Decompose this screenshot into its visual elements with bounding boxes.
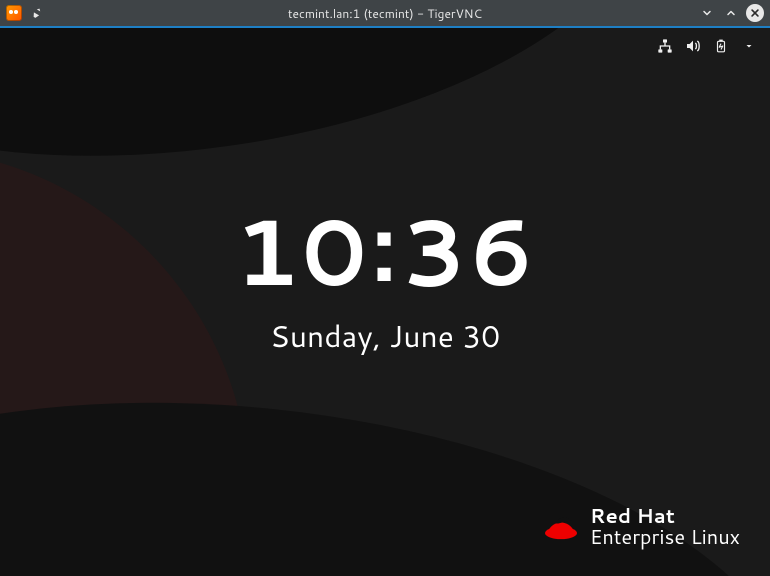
battery-charging-icon[interactable] [712,37,730,55]
close-button[interactable] [746,4,764,22]
vnc-window: tecmint.lan:1 (tecmint) - TigerVNC [0,0,770,576]
brand-line-2: Enterprise Linux [590,527,740,548]
titlebar-left [0,4,46,22]
pin-icon[interactable] [28,4,46,22]
branding: Red Hat Enterprise Linux [542,506,740,548]
minimize-button[interactable] [698,4,716,22]
window-title: tecmint.lan:1 (tecmint) - TigerVNC [0,5,770,22]
window-titlebar[interactable]: tecmint.lan:1 (tecmint) - TigerVNC [0,0,770,26]
system-tray[interactable] [650,32,764,60]
titlebar-right [698,4,770,22]
network-wired-icon[interactable] [656,37,674,55]
lock-screen[interactable]: 10:36 Sunday, June 30 [0,26,770,554]
brand-text: Red Hat Enterprise Linux [590,506,740,548]
clock-minute: 36 [401,204,537,296]
volume-icon[interactable] [684,37,702,55]
remote-desktop[interactable]: 10:36 Sunday, June 30 Red Hat Enterprise… [0,26,770,576]
system-menu-chevron-icon[interactable] [740,37,758,55]
clock-colon: : [369,198,401,290]
clock-date: Sunday, June 30 [270,314,500,357]
clock-time: 10:36 [234,204,537,296]
maximize-button[interactable] [722,4,740,22]
clock-hour: 10 [234,204,370,296]
redhat-fedora-icon [542,510,580,544]
tigervnc-app-icon [6,5,22,21]
